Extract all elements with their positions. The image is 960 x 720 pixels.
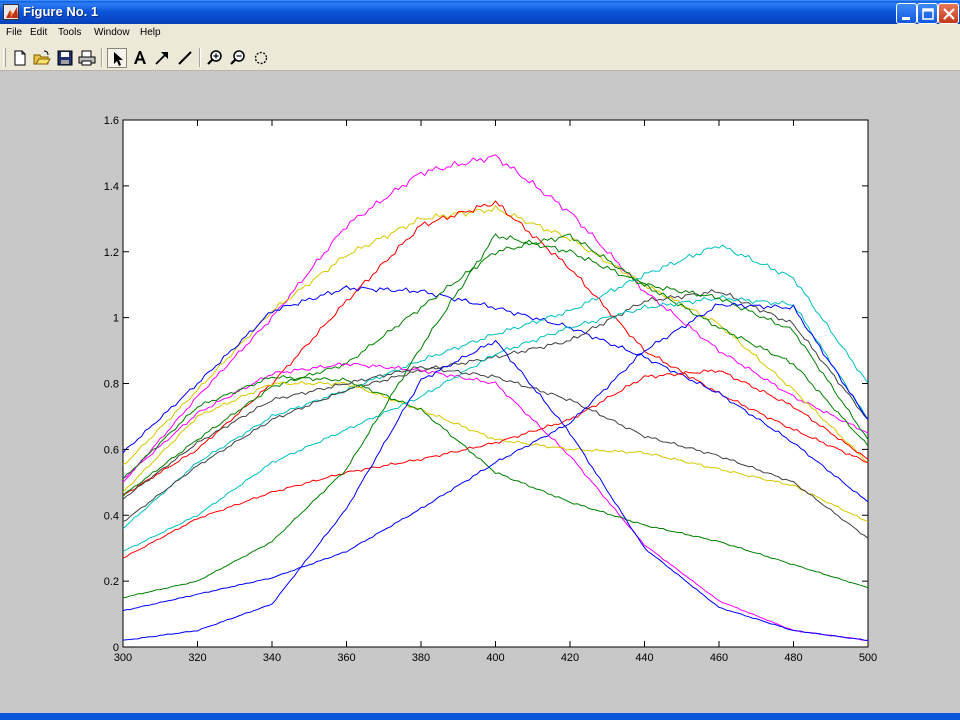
zoom-in-icon (207, 50, 222, 65)
toolbar-separator (101, 48, 103, 67)
x-tick-label: 500 (859, 652, 877, 664)
line-chart[interactable]: 300 320 340 360 380 400 420 440 460 480 50000.20.4… (0, 71, 960, 713)
menu-edit[interactable]: Edit (30, 27, 47, 38)
y-tick-label: 0.2 (104, 576, 119, 588)
rotate-3d-button[interactable] (251, 48, 271, 68)
select-arrow-button[interactable] (107, 48, 127, 68)
x-tick-label: 480 (784, 652, 802, 664)
window-bottom-border (0, 713, 960, 720)
menu-window[interactable]: Window (94, 27, 130, 38)
x-tick-label: 400 (486, 652, 504, 664)
x-tick-label: 460 (710, 652, 728, 664)
toolbar-grip[interactable] (3, 48, 6, 67)
axes-box (122, 119, 869, 648)
y-tick-label: 1.6 (104, 115, 119, 127)
new-figure-icon (14, 50, 26, 66)
menu-tools[interactable]: Tools (58, 27, 81, 38)
insert-text-icon (134, 51, 146, 64)
maximize-icon (922, 8, 934, 20)
insert-line-icon (178, 51, 192, 65)
minimize-button[interactable] (896, 3, 917, 24)
save-button[interactable] (55, 48, 75, 68)
figure-toolbar (0, 44, 960, 71)
maximize-button[interactable] (917, 3, 938, 24)
menu-help[interactable]: Help (140, 27, 161, 38)
title-bar[interactable]: Figure No. 1 (0, 0, 960, 24)
zoom-in-button[interactable] (205, 48, 225, 68)
select-arrow-icon (114, 52, 123, 66)
new-figure-button[interactable] (10, 48, 30, 68)
print-icon (78, 50, 96, 66)
save-icon (57, 50, 73, 66)
insert-line-button[interactable] (175, 48, 195, 68)
window-title: Figure No. 1 (23, 4, 99, 19)
y-tick-label: 0.4 (104, 510, 119, 522)
insert-arrow-button[interactable] (152, 48, 172, 68)
zoom-out-icon (230, 50, 245, 65)
figure-window: Figure No. 1 File Edit Tools Window Help (0, 0, 960, 720)
rotate-3d-icon (254, 51, 268, 65)
y-tick-label: 1 (113, 313, 119, 325)
y-tick-label: 1.4 (104, 181, 119, 193)
close-icon (943, 8, 955, 20)
zoom-out-button[interactable] (228, 48, 248, 68)
insert-arrow-icon (155, 52, 168, 65)
print-button[interactable] (77, 48, 97, 68)
toolbar-separator (199, 48, 201, 67)
y-tick-label: 0 (113, 642, 119, 654)
y-tick-label: 0.8 (104, 379, 119, 391)
x-tick-label: 420 (561, 652, 579, 664)
y-tick-label: 0.6 (104, 444, 119, 456)
open-file-button[interactable] (32, 48, 52, 68)
x-tick-label: 440 (635, 652, 653, 664)
close-button[interactable] (938, 3, 959, 24)
y-tick-label: 1.2 (104, 247, 119, 259)
menu-bar: File Edit Tools Window Help (0, 24, 960, 44)
matlab-logo-icon (3, 4, 19, 20)
x-tick-label: 380 (412, 652, 430, 664)
menu-file[interactable]: File (6, 27, 22, 38)
figure-canvas: 300 320 340 360 380 400 420 440 460 480 500 0 0.2 0.4… (0, 71, 960, 713)
minimize-icon (902, 17, 910, 20)
x-tick-label: 360 (337, 652, 355, 664)
open-file-icon (33, 50, 51, 65)
x-tick-label: 320 (188, 652, 206, 664)
x-tick-label: 340 (263, 652, 281, 664)
insert-text-button[interactable] (130, 48, 150, 68)
